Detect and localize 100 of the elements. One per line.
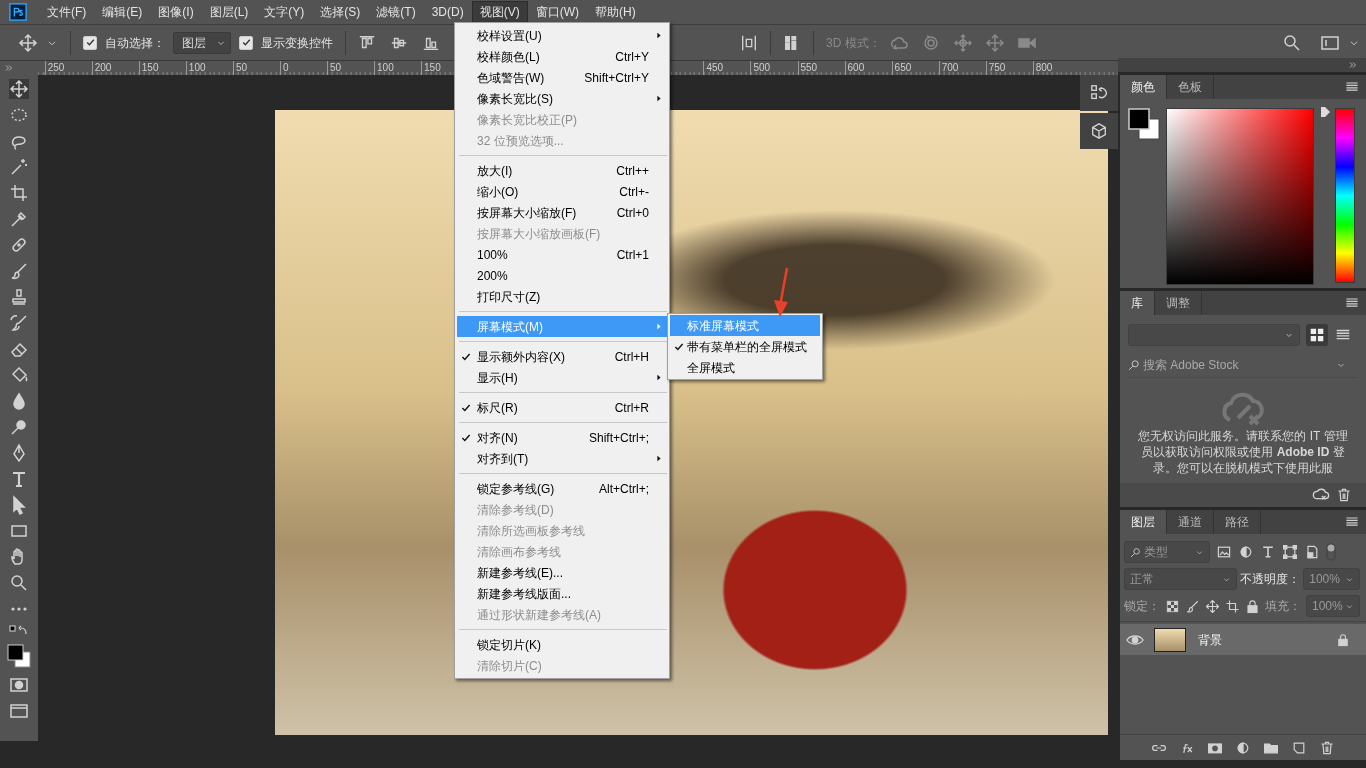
layer-select[interactable]: 图层	[173, 31, 231, 54]
search-icon	[1128, 359, 1140, 371]
shortcut: Shift+Ctrl+;	[588, 429, 649, 447]
image-filter-icon[interactable]	[1216, 544, 1232, 560]
distribute-icon[interactable]	[740, 33, 758, 52]
swap-colors-icon[interactable]	[9, 625, 29, 637]
menu-item[interactable]: 文字(Y)	[256, 1, 313, 23]
menu-item[interactable]: 文件(F)	[39, 1, 95, 23]
search-icon[interactable]	[1282, 32, 1302, 53]
shortcut: Ctrl+Y	[615, 48, 649, 66]
move-icon[interactable]	[1205, 598, 1220, 614]
eyedropper-icon[interactable]	[9, 209, 29, 229]
color-field[interactable]	[1166, 108, 1314, 285]
checkbox[interactable]	[83, 35, 97, 50]
menu-item[interactable]: 对齐到(T)	[457, 448, 667, 469]
menu-item[interactable]: 打印尺寸(Z)	[457, 286, 667, 307]
menu-item[interactable]: 3D(D)	[423, 1, 472, 23]
checkbox-label: 自动选择：	[105, 34, 165, 52]
brush-icon[interactable]	[1185, 598, 1200, 614]
menu-item[interactable]: 按屏幕大小缩放(F) Ctrl+0	[457, 202, 667, 223]
shortcut: Alt+Ctrl+;	[599, 480, 649, 498]
menu-item[interactable]: 图像(I)	[150, 1, 202, 23]
checkbox-label: 显示变换控件	[261, 34, 333, 52]
panel-tab[interactable]: 颜色	[1120, 75, 1167, 99]
panel-tab[interactable]: 库	[1120, 291, 1155, 315]
menu-item[interactable]: 对齐(N) Shift+Ctrl+;	[457, 427, 667, 448]
layer-row[interactable]: 背景	[1120, 624, 1366, 655]
stamp-icon[interactable]	[9, 287, 29, 307]
menu-item[interactable]: 放大(I) Ctrl++	[457, 160, 667, 181]
menu-item[interactable]: 标尺(R) Ctrl+R	[457, 397, 667, 418]
panel-tab[interactable]: 通道	[1167, 510, 1214, 534]
quick-mask-icon[interactable]	[9, 675, 29, 695]
wand-icon[interactable]	[9, 157, 29, 177]
menu-item[interactable]: 全屏模式	[670, 357, 820, 378]
shortcut: Ctrl+H	[614, 348, 649, 366]
panel-tab[interactable]: 路径	[1214, 510, 1261, 534]
move-tool-icon[interactable]	[18, 32, 38, 53]
history-panel-button[interactable]	[1080, 75, 1118, 111]
lock-pixels-icon[interactable]	[1165, 598, 1180, 614]
menu-item[interactable]: 滤镜(T)	[368, 1, 424, 23]
menu-item[interactable]: 图层(L)	[201, 1, 257, 23]
color-swatches-icon[interactable]	[6, 643, 32, 669]
lock-icon[interactable]	[1245, 598, 1260, 614]
color-swatches-icon[interactable]	[1128, 108, 1160, 140]
layer-filter-dropdown[interactable]: 类型	[1124, 541, 1210, 563]
menu-item[interactable]: 视图(V)	[471, 1, 528, 23]
shortcut: Ctrl+-	[619, 183, 649, 201]
menu-item[interactable]: 锁定切片(K)	[457, 634, 667, 655]
panel-tab[interactable]: 图层	[1120, 510, 1167, 534]
panel-tab[interactable]: 调整	[1155, 291, 1202, 315]
fill-field[interactable]: 100%	[1306, 595, 1360, 617]
menu-item[interactable]: 像素长宽比(S)	[457, 88, 667, 109]
menu-item[interactable]: 编辑(E)	[94, 1, 151, 23]
bandage-icon[interactable]	[9, 235, 29, 255]
menu-item[interactable]: 200%	[457, 265, 667, 286]
type-filter-icon[interactable]	[1260, 544, 1276, 560]
menu-item[interactable]: 锁定参考线(G) Alt+Ctrl+;	[457, 478, 667, 499]
fill-label: 填充：	[1265, 598, 1301, 615]
shortcut: Shift+Ctrl+Y	[584, 69, 649, 87]
checkbox[interactable]	[239, 35, 253, 50]
menu-item[interactable]: 校样设置(U)	[457, 25, 667, 46]
trash-icon[interactable]	[1336, 487, 1352, 503]
filter-toggle-icon[interactable]	[1326, 543, 1336, 561]
hue-slider-handle[interactable]	[1321, 107, 1330, 117]
menu-item[interactable]: 新建参考线(E)...	[457, 562, 667, 583]
dodge-icon[interactable]	[9, 417, 29, 437]
move-tool-icon[interactable]	[9, 79, 29, 99]
menu-item[interactable]: 选择(S)	[312, 1, 369, 23]
menu-item[interactable]: 新建参考线版面...	[457, 583, 667, 604]
history-icon	[1090, 84, 1108, 102]
zoom-icon[interactable]	[9, 573, 29, 593]
shortcut: Ctrl+R	[614, 399, 649, 417]
menu-item[interactable]: 100% Ctrl+1	[457, 244, 667, 265]
cube-icon	[1090, 122, 1108, 140]
adjustment-filter-icon[interactable]	[1238, 544, 1254, 560]
shortcut: Ctrl++	[616, 162, 649, 180]
screen-mode-icon[interactable]	[9, 701, 29, 721]
layer-thumbnail	[1154, 627, 1186, 652]
shortcut: Ctrl+0	[616, 204, 649, 222]
blend-mode-dropdown[interactable]: 正常	[1124, 568, 1238, 590]
menu-item[interactable]: 带有菜单栏的全屏模式	[670, 336, 820, 357]
crop-icon[interactable]	[9, 183, 29, 203]
bucket-icon[interactable]	[9, 365, 29, 385]
brush-icon[interactable]	[9, 261, 29, 281]
properties-panel-button[interactable]	[1080, 113, 1118, 149]
menu-item[interactable]: 显示(H)	[457, 367, 667, 388]
smart-object-filter-icon[interactable]	[1304, 544, 1320, 560]
grid-view-button[interactable]	[1306, 324, 1328, 346]
opacity-field[interactable]: 100%	[1303, 568, 1360, 590]
menu-item[interactable]: 显示额外内容(X) Ctrl+H	[457, 346, 667, 367]
panel-tab[interactable]: 色板	[1167, 75, 1214, 99]
access-message: 您无权访问此服务。请联系您的 IT 管理员以获取访问权限或使用 Adobe ID 登录。您可以在脱机模式下使用此服	[1138, 428, 1348, 476]
shape-filter-icon[interactable]	[1282, 544, 1298, 560]
menu-item[interactable]: 窗口(W)	[527, 1, 587, 23]
crop-icon[interactable]	[1225, 598, 1240, 614]
search-field[interactable]: 搜索 Adobe Stock	[1143, 356, 1333, 374]
trash-icon[interactable]	[1319, 739, 1335, 756]
menu-item[interactable]: 缩小(O) Ctrl+-	[457, 181, 667, 202]
history-brush-icon[interactable]	[9, 313, 29, 333]
menu-item[interactable]: 帮助(H)	[587, 1, 644, 23]
